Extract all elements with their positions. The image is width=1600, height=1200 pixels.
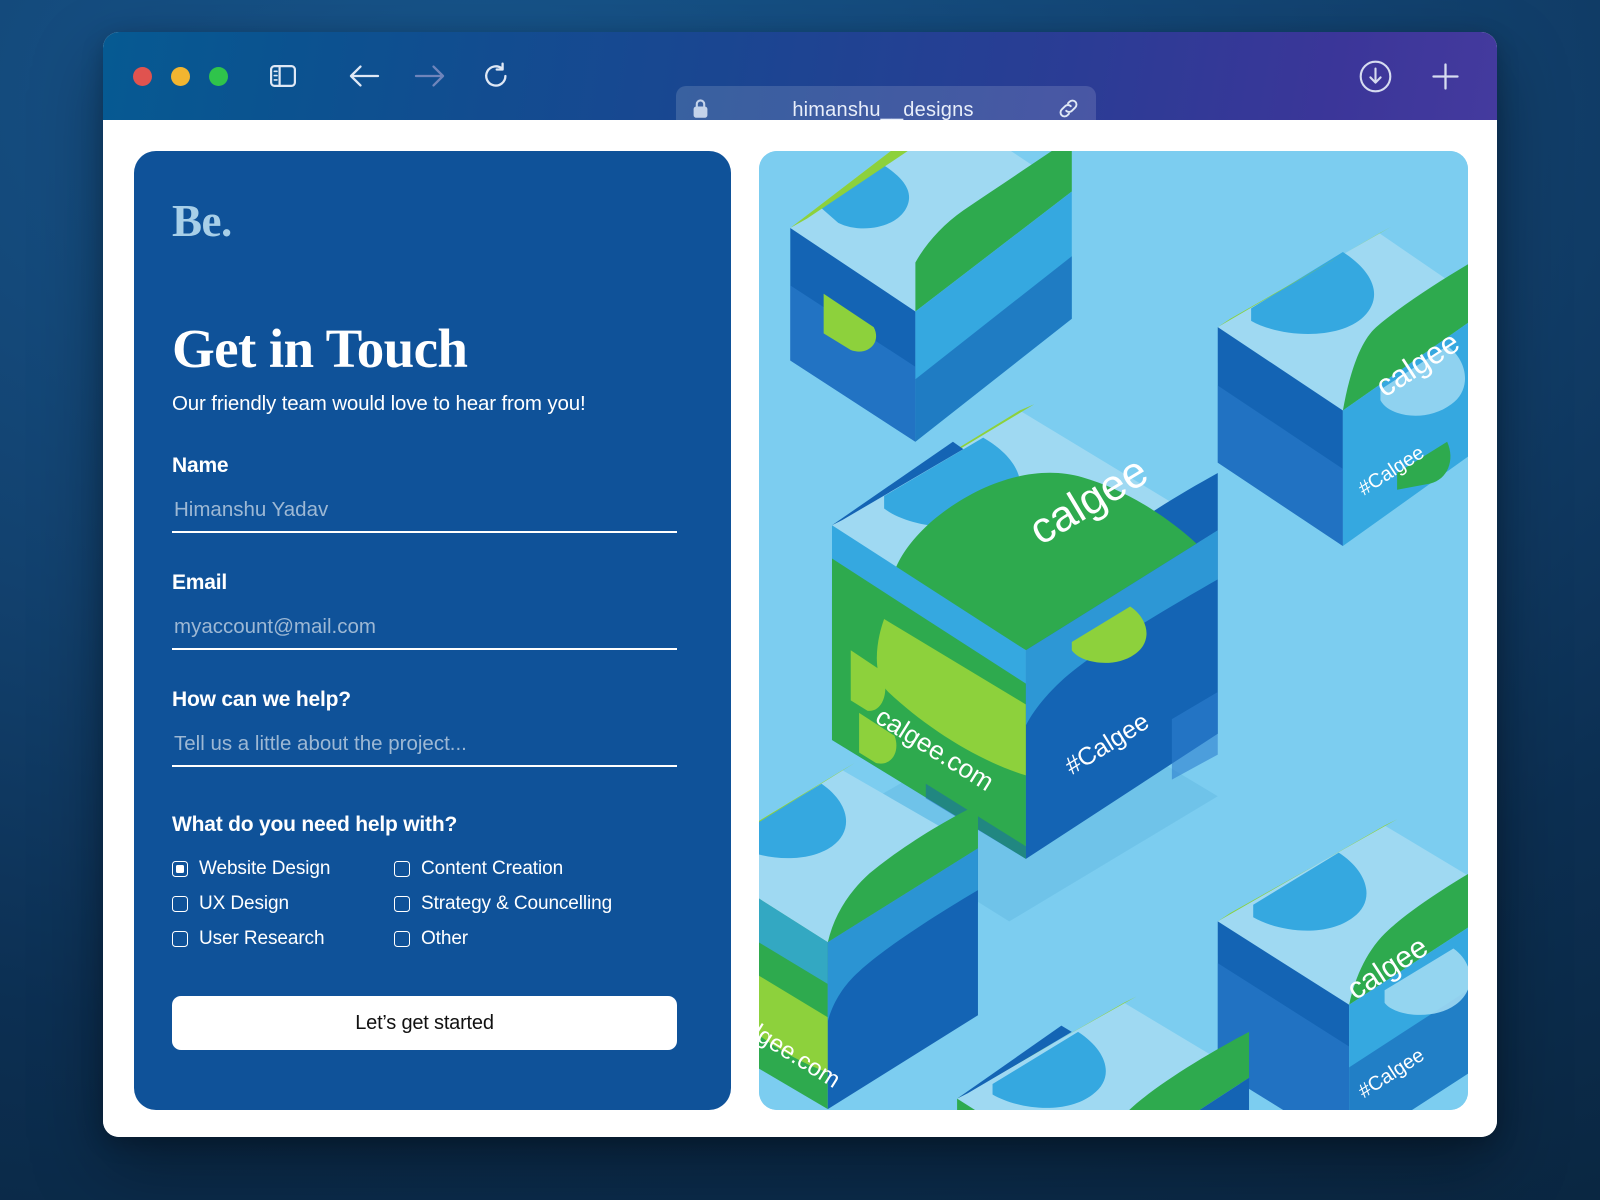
back-arrow-icon[interactable] bbox=[346, 58, 382, 94]
checkbox-icon bbox=[394, 895, 410, 912]
checkbox-label: User Research bbox=[199, 927, 325, 949]
checkbox-label: Website Design bbox=[199, 857, 331, 879]
email-field-group: Email bbox=[172, 571, 693, 650]
address-bar-text: himanshu__designs bbox=[792, 99, 974, 121]
page-content: Be. Get in Touch Our friendly team would… bbox=[103, 120, 1497, 1137]
browser-toolbar: himanshu__designs bbox=[103, 32, 1497, 135]
checkbox-icon bbox=[172, 895, 188, 912]
checkbox-icon bbox=[394, 860, 410, 877]
close-window-button[interactable] bbox=[133, 66, 152, 86]
message-label: How can we help? bbox=[172, 687, 351, 711]
checkbox-other[interactable]: Other bbox=[394, 926, 693, 952]
checkbox-icon bbox=[394, 930, 410, 947]
maximize-window-button[interactable] bbox=[209, 66, 228, 86]
brand-logo: Be. bbox=[172, 196, 232, 246]
help-options-section: What do you need help with? Website Desi… bbox=[172, 813, 693, 952]
toolbar-right-tools bbox=[1357, 32, 1463, 120]
contact-form-panel: Be. Get in Touch Our friendly team would… bbox=[134, 151, 731, 1110]
checkbox-strategy-councelling[interactable]: Strategy & Councelling bbox=[394, 891, 693, 917]
checkbox-website-design[interactable]: Website Design bbox=[172, 856, 394, 882]
checkbox-label: Strategy & Councelling bbox=[421, 892, 613, 914]
browser-window: himanshu__designs Be. Get in Touch Our f… bbox=[103, 32, 1497, 1137]
reload-icon[interactable] bbox=[478, 58, 514, 94]
name-label: Name bbox=[172, 453, 229, 477]
calgee-boxes-photo: calgee #Calgee calgee calgee.com #Calgee… bbox=[759, 151, 1468, 1110]
name-field-group: Name bbox=[172, 454, 693, 533]
checkbox-label: UX Design bbox=[199, 892, 289, 914]
page-title: Get in Touch bbox=[172, 318, 468, 379]
message-field-group: How can we help? bbox=[172, 688, 693, 767]
checkbox-content-creation[interactable]: Content Creation bbox=[394, 856, 693, 882]
download-icon[interactable] bbox=[1357, 58, 1393, 94]
help-options-grid: Website Design Content Creation UX Desig… bbox=[172, 856, 693, 952]
product-photo-panel: calgee #Calgee calgee calgee.com #Calgee… bbox=[759, 151, 1468, 1110]
checkbox-icon bbox=[172, 930, 188, 947]
submit-button[interactable]: Let’s get started bbox=[172, 996, 677, 1050]
checkbox-icon bbox=[172, 860, 188, 877]
plus-icon[interactable] bbox=[1427, 58, 1463, 94]
page-subtitle: Our friendly team would love to hear fro… bbox=[172, 391, 586, 415]
forward-arrow-icon[interactable] bbox=[412, 58, 448, 94]
email-label: Email bbox=[172, 570, 228, 594]
checkbox-user-research[interactable]: User Research bbox=[172, 926, 394, 952]
message-input[interactable] bbox=[172, 731, 677, 767]
traffic-lights bbox=[133, 66, 228, 86]
checkbox-label: Content Creation bbox=[421, 857, 564, 879]
navigation-buttons bbox=[346, 58, 514, 94]
email-input[interactable] bbox=[172, 614, 677, 650]
help-options-title: What do you need help with? bbox=[172, 812, 458, 836]
checkbox-label: Other bbox=[421, 927, 469, 949]
sidebar-toggle-icon[interactable] bbox=[264, 57, 302, 95]
name-input[interactable] bbox=[172, 497, 677, 533]
minimize-window-button[interactable] bbox=[171, 66, 190, 86]
checkbox-ux-design[interactable]: UX Design bbox=[172, 891, 394, 917]
